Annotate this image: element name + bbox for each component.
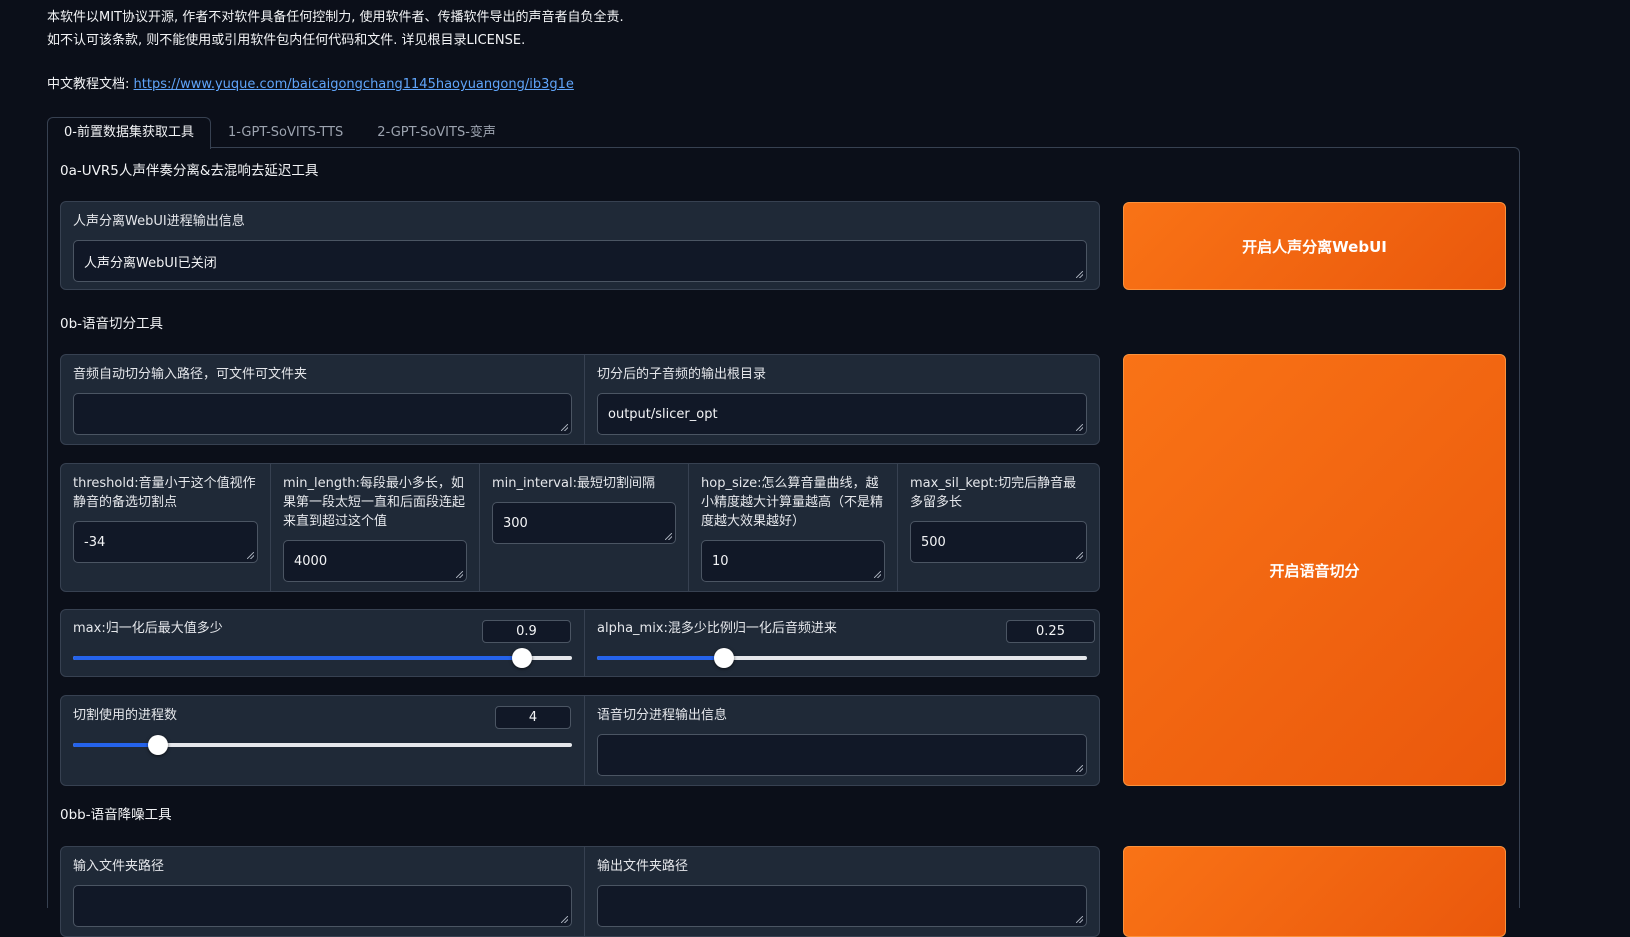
max-number-input[interactable]: 0.9 xyxy=(482,620,571,643)
process-count-number-input[interactable]: 4 xyxy=(495,706,571,729)
alpha-mix-slider[interactable] xyxy=(597,648,1087,668)
slicer-output-path[interactable]: output/slicer_opt xyxy=(597,393,1087,435)
min-length-label: min_length:每段最小多长，如果第一段太短一直和后面段连起来直到超过这个… xyxy=(283,476,466,529)
slicer-input-label: 音频自动切分输入路径，可文件可文件夹 xyxy=(73,367,308,382)
denoise-input-path[interactable] xyxy=(73,885,572,927)
threshold-input[interactable]: -34 xyxy=(73,521,258,563)
hop-size-label: hop_size:怎么算音量曲线，越小精度越大计算量越高（不是精度越大效果越好） xyxy=(701,476,884,529)
denoise-output-path[interactable] xyxy=(597,885,1087,927)
slicer-log-output[interactable] xyxy=(597,734,1087,776)
hop-size-input[interactable]: 10 xyxy=(701,540,885,582)
slicer-output-cell: 切分后的子音频的输出根目录 output/slicer_opt xyxy=(584,355,1099,444)
slicer-log-label: 语音切分进程输出信息 xyxy=(597,708,728,723)
max-slider-thumb[interactable] xyxy=(512,648,533,668)
slicer-output-label: 切分后的子音频的输出根目录 xyxy=(597,367,767,382)
alpha-mix-slider-thumb[interactable] xyxy=(714,648,735,668)
uvr5-section-title: 0a-UVR5人声伴奏分离&去混响去延迟工具 xyxy=(60,163,319,179)
min-length-input[interactable]: 4000 xyxy=(283,540,467,582)
process-count-slider[interactable] xyxy=(73,735,572,755)
max-slider[interactable] xyxy=(73,648,572,668)
min-interval-cell: min_interval:最短切割间隔 300 xyxy=(479,464,688,591)
start-denoise-button[interactable] xyxy=(1123,846,1506,937)
tab-voice-change[interactable]: 2-GPT-SoVITS-变声 xyxy=(360,117,513,147)
start-slicer-button[interactable]: 开启语音切分 xyxy=(1123,354,1506,786)
start-uvr5-webui-button[interactable]: 开启人声分离WebUI xyxy=(1123,202,1506,290)
tab-tts[interactable]: 1-GPT-SoVITS-TTS xyxy=(211,117,360,147)
slicer-run-block: 切割使用的进程数 4 语音切分进程输出信息 xyxy=(60,695,1100,786)
slicer-section-title: 0b-语音切分工具 xyxy=(60,316,164,332)
process-count-slider-fill xyxy=(73,743,158,747)
tab-bar: 0-前置数据集获取工具 1-GPT-SoVITS-TTS 2-GPT-SoVIT… xyxy=(47,117,513,149)
denoise-input-cell: 输入文件夹路径 xyxy=(61,847,584,936)
min-interval-input[interactable]: 300 xyxy=(492,502,676,544)
process-count-slider-thumb[interactable] xyxy=(147,735,168,755)
slicer-params-block: threshold:音量小于这个值视作静音的备选切割点 -34 min_leng… xyxy=(60,463,1100,592)
max-cell: max:归一化后最大值多少 0.9 xyxy=(61,610,584,676)
slicer-input-cell: 音频自动切分输入路径，可文件可文件夹 xyxy=(61,355,584,444)
alpha-mix-slider-fill xyxy=(597,656,725,660)
max-slider-fill xyxy=(73,656,523,660)
threshold-cell: threshold:音量小于这个值视作静音的备选切割点 -34 xyxy=(61,464,270,591)
slicer-log-cell: 语音切分进程输出信息 xyxy=(584,696,1099,785)
license-line-2: 如不认可该条款, 则不能使用或引用软件包内任何代码和文件. 详见根目录LICEN… xyxy=(47,33,526,48)
tab-preprocess[interactable]: 0-前置数据集获取工具 xyxy=(47,117,211,149)
denoise-section-title: 0bb-语音降噪工具 xyxy=(60,807,172,823)
alpha-mix-number-input[interactable]: 0.25 xyxy=(1006,620,1095,643)
tab-panel: 0a-UVR5人声伴奏分离&去混响去延迟工具 人声分离WebUI进程输出信息 人… xyxy=(47,147,1520,937)
uvr5-info-label: 人声分离WebUI进程输出信息 xyxy=(73,214,245,229)
doc-label: 中文教程文档: xyxy=(47,77,130,92)
threshold-label: threshold:音量小于这个值视作静音的备选切割点 xyxy=(73,476,256,510)
license-notice: 本软件以MIT协议开源, 作者不对软件具备任何控制力, 使用软件者、传播软件导出… xyxy=(47,6,624,52)
max-sil-kept-cell: max_sil_kept:切完后静音最多留多长 500 xyxy=(897,464,1099,591)
denoise-input-label: 输入文件夹路径 xyxy=(73,859,165,874)
denoise-path-block: 输入文件夹路径 输出文件夹路径 xyxy=(60,846,1100,937)
min-length-cell: min_length:每段最小多长，如果第一段太短一直和后面段连起来直到超过这个… xyxy=(270,464,479,591)
alpha-mix-cell: alpha_mix:混多少比例归一化后音频进来 0.25 xyxy=(584,610,1099,676)
max-sil-kept-label: max_sil_kept:切完后静音最多留多长 xyxy=(910,476,1077,510)
hop-size-cell: hop_size:怎么算音量曲线，越小精度越大计算量越高（不是精度越大效果越好）… xyxy=(688,464,897,591)
doc-line: 中文教程文档: https://www.yuque.com/baicaigong… xyxy=(47,73,574,92)
normalize-block: max:归一化后最大值多少 0.9 alpha_mix:混多少比例归一化后音频进… xyxy=(60,609,1100,677)
denoise-output-cell: 输出文件夹路径 xyxy=(584,847,1099,936)
slicer-path-block: 音频自动切分输入路径，可文件可文件夹 切分后的子音频的输出根目录 output/… xyxy=(60,354,1100,445)
uvr5-info-block: 人声分离WebUI进程输出信息 人声分离WebUI已关闭 xyxy=(60,201,1100,290)
uvr5-info-output[interactable]: 人声分离WebUI已关闭 xyxy=(73,240,1087,282)
license-line-1: 本软件以MIT协议开源, 作者不对软件具备任何控制力, 使用软件者、传播软件导出… xyxy=(47,10,624,25)
slicer-input-path[interactable] xyxy=(73,393,572,435)
process-count-cell: 切割使用的进程数 4 xyxy=(61,696,584,785)
doc-link[interactable]: https://www.yuque.com/baicaigongchang114… xyxy=(134,77,574,92)
min-interval-label: min_interval:最短切割间隔 xyxy=(492,476,655,491)
denoise-output-label: 输出文件夹路径 xyxy=(597,859,689,874)
max-sil-kept-input[interactable]: 500 xyxy=(910,521,1087,563)
